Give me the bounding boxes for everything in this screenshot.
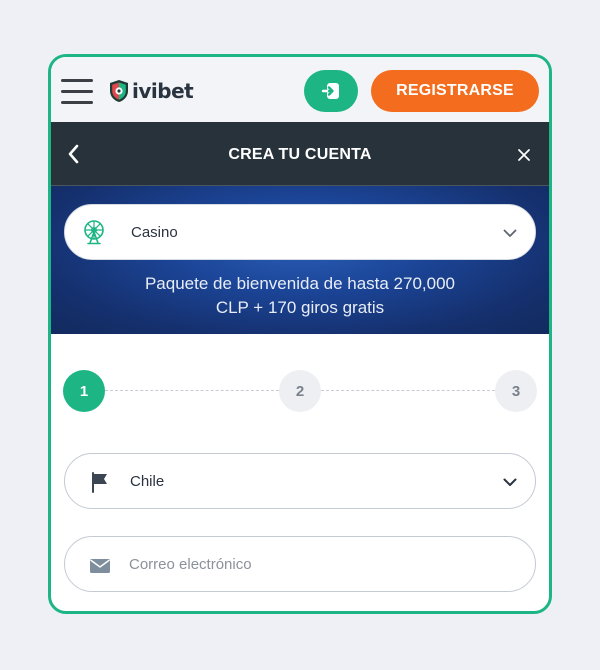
login-button[interactable] [304, 70, 358, 112]
country-value: Chile [130, 473, 165, 490]
email-input[interactable] [129, 551, 509, 577]
welcome-bonus-banner: Casino Paquete de bienvenida de hasta 27… [51, 186, 549, 334]
page-title: CREA TU CUENTA [228, 146, 372, 163]
logo-text: ivibet [132, 79, 194, 103]
top-bar: ivibet REGISTRARSE [51, 57, 549, 122]
step-connector [105, 390, 279, 391]
ferris-wheel-icon [84, 220, 104, 245]
login-arrow-icon [321, 83, 339, 99]
bonus-description: Paquete de bienvenida de hasta 270,000 C… [51, 272, 549, 320]
envelope-icon [90, 559, 110, 573]
step-2[interactable]: 2 [279, 370, 321, 412]
bonus-line-2: CLP + 170 giros gratis [215, 298, 385, 317]
registration-steps: 1 2 3 [63, 370, 537, 412]
bonus-type-select[interactable]: Casino [64, 204, 536, 260]
email-field[interactable] [64, 536, 536, 592]
step-connector [321, 390, 495, 391]
country-select[interactable]: Chile [64, 453, 536, 509]
step-1[interactable]: 1 [63, 370, 105, 412]
chevron-down-icon [503, 229, 517, 237]
shield-logo-icon [110, 80, 128, 102]
register-button[interactable]: REGISTRARSE [371, 70, 539, 112]
chevron-down-icon [503, 478, 517, 486]
ivibet-logo[interactable]: ivibet [109, 79, 194, 103]
step-3[interactable]: 3 [495, 370, 537, 412]
page-header: CREA TU CUENTA [51, 122, 549, 186]
flag-icon [92, 472, 107, 493]
bonus-line-1: Paquete de bienvenida de hasta 270,000 [144, 274, 456, 293]
bonus-type-value: Casino [131, 224, 178, 241]
close-icon[interactable] [517, 148, 531, 162]
hamburger-menu-icon[interactable] [61, 79, 93, 105]
registration-screen: ivibet REGISTRARSE CREA TU CUENTA Casino… [48, 54, 552, 614]
